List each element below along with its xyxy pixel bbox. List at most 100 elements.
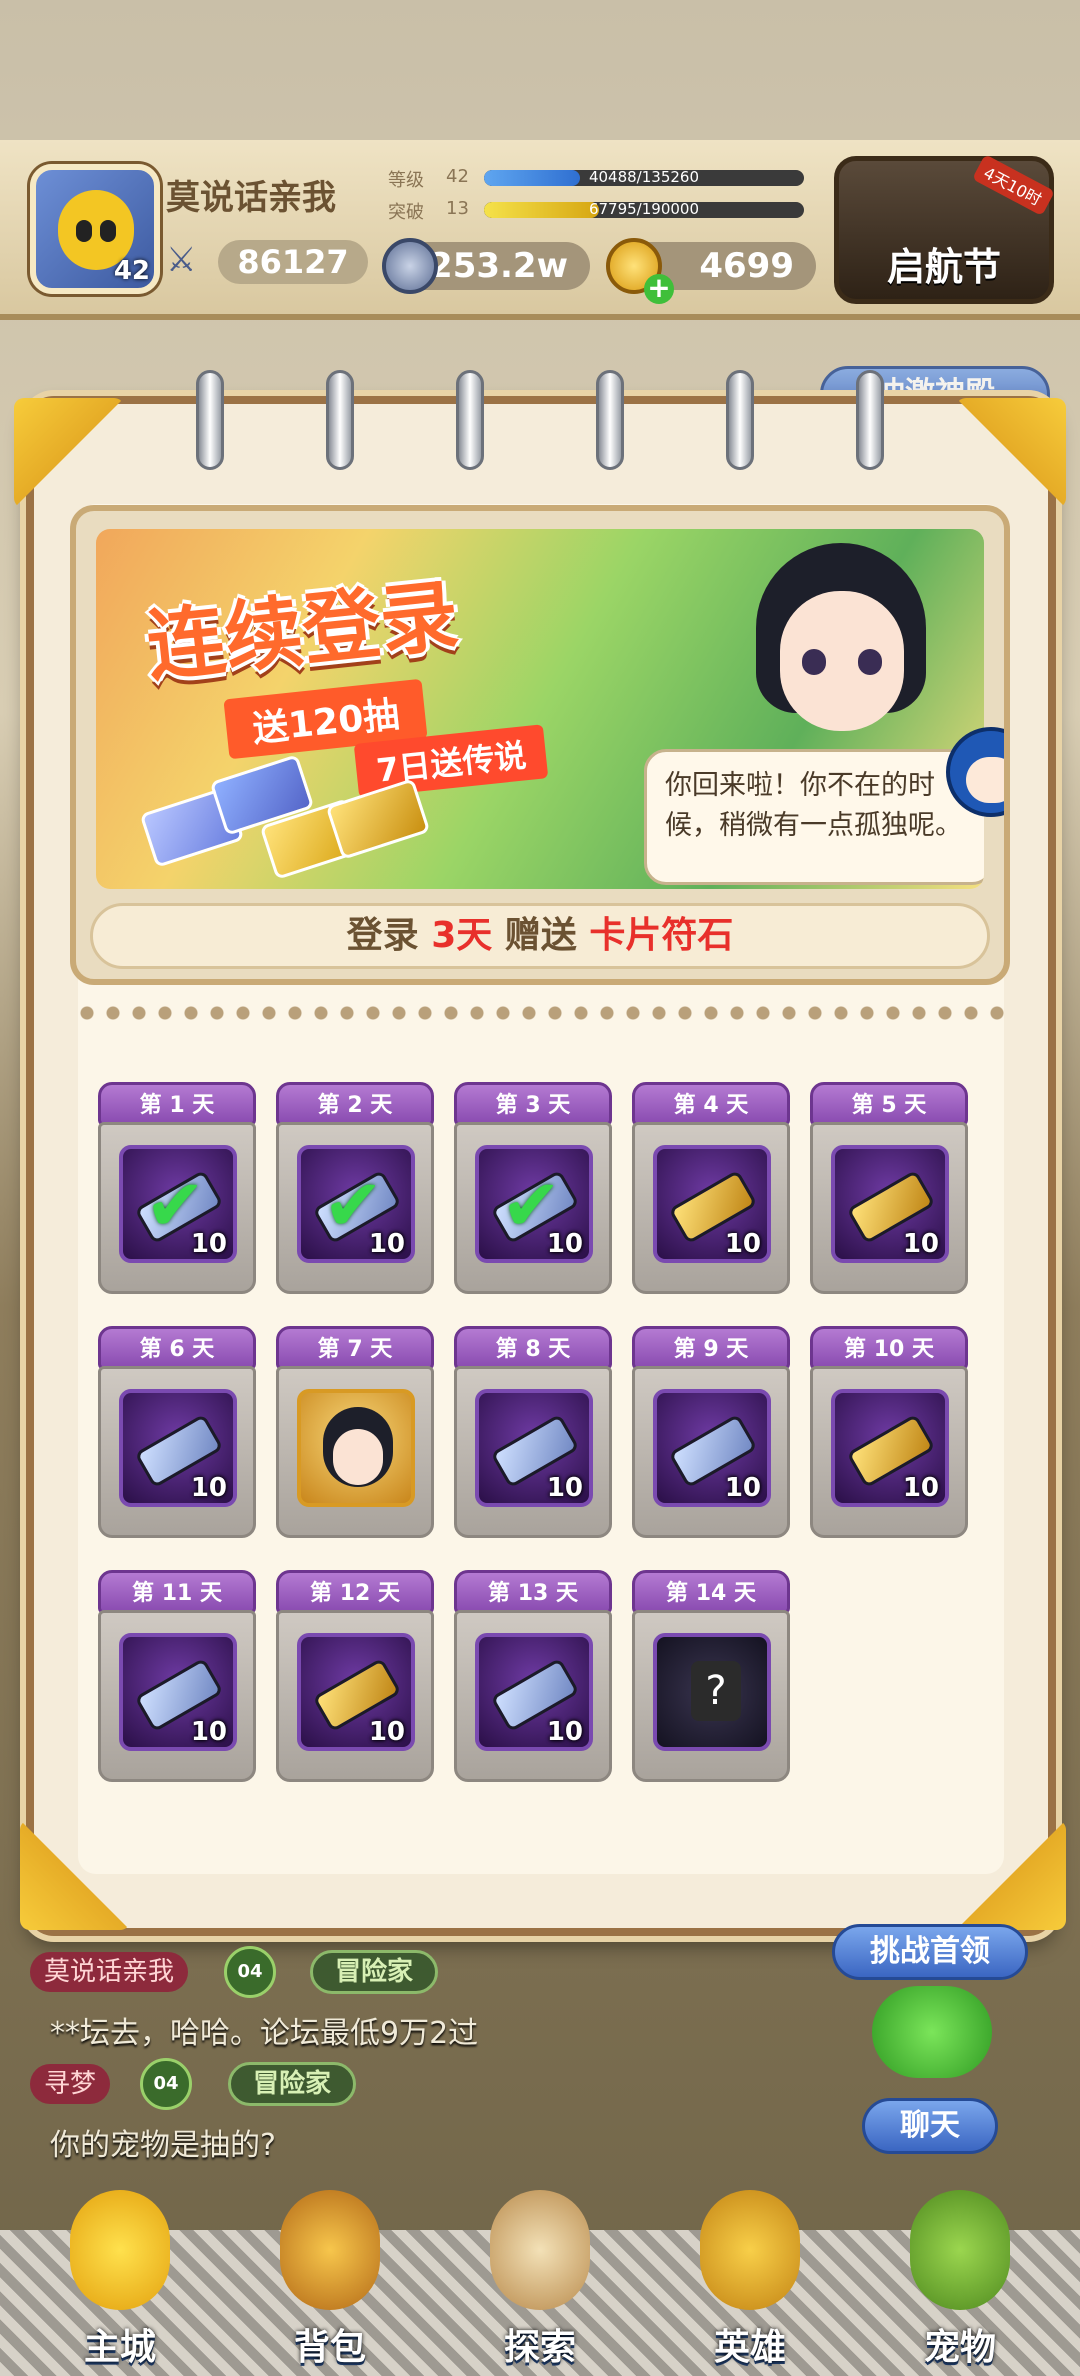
- reward-card-day-3[interactable]: 第 3 天 ✔ 10: [454, 1082, 612, 1296]
- reward-card-day-6[interactable]: 第 6 天 10: [98, 1326, 256, 1540]
- reward-day-label: 第 10 天: [810, 1326, 968, 1370]
- break-exp-bar: 67795/190000: [484, 202, 804, 218]
- footer-days: 3天: [431, 915, 493, 956]
- reward-card-day-12[interactable]: 第 12 天 10: [276, 1570, 434, 1784]
- level-label: 等级: [388, 170, 424, 191]
- event-label: 启航节: [886, 245, 1001, 289]
- gold-ticket-icon: 10: [653, 1145, 771, 1263]
- reward-day-label: 第 6 天: [98, 1326, 256, 1370]
- level-value: 42: [446, 166, 469, 187]
- reward-card-day-2[interactable]: 第 2 天 ✔ 10: [276, 1082, 434, 1296]
- backpack-icon: [280, 2190, 380, 2310]
- reward-body: [276, 1366, 434, 1538]
- speech-bubble: 你回来啦！你不在的时候，稍微有一点孤独呢。: [644, 749, 984, 885]
- nav-bag[interactable]: 背包: [240, 2190, 420, 2376]
- heroine-face: [780, 591, 904, 731]
- chat-sender-name[interactable]: 寻梦: [30, 2064, 111, 2104]
- banner-footer: 登录 3天 赠送 卡片符石: [90, 903, 990, 969]
- footer-login-text: 登录: [346, 915, 419, 956]
- reward-day-label: 第 4 天: [632, 1082, 790, 1126]
- reward-body: ✔ 10: [98, 1122, 256, 1294]
- reward-count: 10: [368, 1717, 405, 1747]
- reward-card-day-5[interactable]: 第 5 天 10: [810, 1082, 968, 1296]
- footer-reward: 卡片符石: [589, 915, 734, 956]
- chat-message: **坛去，哈哈。论坛最低9万2过: [50, 2016, 479, 2051]
- player-avatar[interactable]: 42: [30, 164, 160, 294]
- reward-count: 10: [546, 1717, 583, 1747]
- chat-message: 你的宠物是抽的?: [50, 2128, 276, 2163]
- heroine-eye-right: [858, 649, 882, 675]
- nav-explore[interactable]: 探索: [450, 2190, 630, 2376]
- reward-body: 10: [454, 1610, 612, 1782]
- event-timer-tag: 4天10时: [972, 154, 1055, 216]
- reward-body: 10: [454, 1366, 612, 1538]
- reward-count: 10: [724, 1229, 761, 1259]
- chat-bubble-icon[interactable]: [872, 1986, 992, 2078]
- chat-sender-name[interactable]: 莫说话亲我: [30, 1952, 189, 1992]
- reward-day-label: 第 13 天: [454, 1570, 612, 1614]
- chat-button[interactable]: 聊天: [862, 2098, 998, 2154]
- reward-day-label: 第 11 天: [98, 1570, 256, 1614]
- nav-home-label: 主城: [83, 2327, 156, 2368]
- binder-ring: [326, 370, 354, 470]
- add-gold-icon[interactable]: +: [644, 274, 674, 304]
- combat-power: 86127: [218, 240, 368, 284]
- reward-count: 10: [190, 1717, 227, 1747]
- avatar-level: 42: [113, 256, 150, 286]
- reward-count: 10: [724, 1473, 761, 1503]
- reward-count: 10: [902, 1229, 939, 1259]
- avatar-eye-left: [76, 220, 92, 242]
- reward-day-label: 第 1 天: [98, 1082, 256, 1126]
- reward-card-day-8[interactable]: 第 8 天 10: [454, 1326, 612, 1540]
- nav-hero[interactable]: 英雄: [660, 2190, 840, 2376]
- reward-card-day-7[interactable]: 第 7 天: [276, 1326, 434, 1540]
- reward-day-label: 第 3 天: [454, 1082, 612, 1126]
- nav-hero-label: 英雄: [713, 2327, 786, 2368]
- gold-ticket-icon: 10: [831, 1389, 949, 1507]
- hero-face-icon: [700, 2190, 800, 2310]
- reward-body: 10: [98, 1610, 256, 1782]
- player-info-bar: 42 莫说话亲我 ⚔ 86127 等级 42 40488/135260 突破 1…: [0, 140, 1080, 320]
- reward-count: 10: [546, 1473, 583, 1503]
- pet-flower-icon: [910, 2190, 1010, 2310]
- level-exp-bar: 40488/135260: [484, 170, 804, 186]
- reward-body: 10: [810, 1366, 968, 1538]
- reward-card-day-14[interactable]: 第 14 天?: [632, 1570, 790, 1784]
- corner-ornament-bottom-left: [20, 1820, 130, 1930]
- chat-badge: 04: [224, 1946, 276, 1998]
- nav-bag-label: 背包: [293, 2327, 366, 2368]
- hero-portrait-icon: [297, 1389, 415, 1507]
- reward-card-day-1[interactable]: 第 1 天 ✔ 10: [98, 1082, 256, 1296]
- reward-card-day-9[interactable]: 第 9 天 10: [632, 1326, 790, 1540]
- reward-card-day-13[interactable]: 第 13 天 10: [454, 1570, 612, 1784]
- event-banner: 连续登录 送120抽 7日送传说 你回来啦！你不在的时候，稍微有一点孤独呢。 登…: [70, 505, 1010, 985]
- binder-ring: [596, 370, 624, 470]
- reward-day-label: 第 14 天: [632, 1570, 790, 1614]
- nav-home[interactable]: 主城: [30, 2190, 210, 2376]
- reward-day-label: 第 9 天: [632, 1326, 790, 1370]
- break-value: 13: [446, 198, 469, 219]
- heroine-eye-left: [802, 649, 826, 675]
- break-label: 突破: [388, 202, 424, 223]
- binder-ring: [856, 370, 884, 470]
- silver-coin-icon: [382, 238, 438, 294]
- avatar-eye-right: [100, 220, 116, 242]
- nav-pet-label: 宠物: [923, 2327, 996, 2368]
- binder-ring: [456, 370, 484, 470]
- challenge-boss-button[interactable]: 挑战首领: [832, 1924, 1028, 1980]
- fishbone-icon: [70, 2190, 170, 2310]
- blue-ticket-icon: 10: [119, 1389, 237, 1507]
- chat-title-tag: 冒险家: [228, 2062, 357, 2106]
- gold-ticket-icon: [325, 778, 431, 860]
- nav-pet[interactable]: 宠物: [870, 2190, 1050, 2376]
- reward-card-day-4[interactable]: 第 4 天 10: [632, 1082, 790, 1296]
- reward-count: 10: [190, 1473, 227, 1503]
- reward-card-day-11[interactable]: 第 11 天 10: [98, 1570, 256, 1784]
- mascot-icon: [936, 721, 1004, 841]
- reward-card-day-10[interactable]: 第 10 天 10: [810, 1326, 968, 1540]
- reward-count: 10: [368, 1229, 405, 1259]
- corner-ornament-bottom-right: [956, 1820, 1066, 1930]
- event-button[interactable]: 4天10时 启航节: [834, 154, 1055, 304]
- blue-ticket-icon: 10: [119, 1633, 237, 1751]
- blue-ticket-icon: 10: [475, 1389, 593, 1507]
